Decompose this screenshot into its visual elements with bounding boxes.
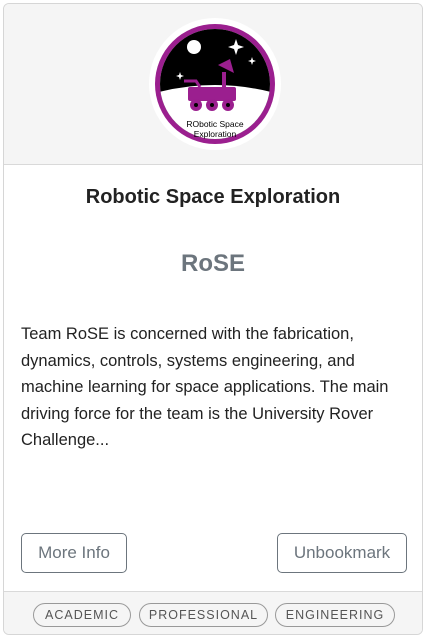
card-footer: ACADEMIC PROFESSIONAL ENGINEERING xyxy=(4,591,422,634)
card-acronym: RoSE xyxy=(180,250,245,277)
organization-card: RObotic Space Exploration Robotic Space … xyxy=(3,3,423,635)
unbookmark-button[interactable]: Unbookmark xyxy=(277,533,407,573)
logo-text-line2: Exploration xyxy=(194,129,237,139)
tag-professional[interactable]: PROFESSIONAL xyxy=(139,603,268,627)
logo-text-line1: RObotic Space xyxy=(186,119,243,129)
rose-rover-logo-icon: RObotic Space Exploration xyxy=(148,17,282,151)
card-header: RObotic Space Exploration xyxy=(4,4,422,165)
card-title: Robotic Space Exploration xyxy=(85,186,341,208)
more-info-button[interactable]: More Info xyxy=(21,533,127,573)
tag-engineering[interactable]: ENGINEERING xyxy=(275,603,395,627)
card-description: Team RoSE is concerned with the fabricat… xyxy=(21,325,389,449)
tag-academic[interactable]: ACADEMIC xyxy=(33,603,131,627)
